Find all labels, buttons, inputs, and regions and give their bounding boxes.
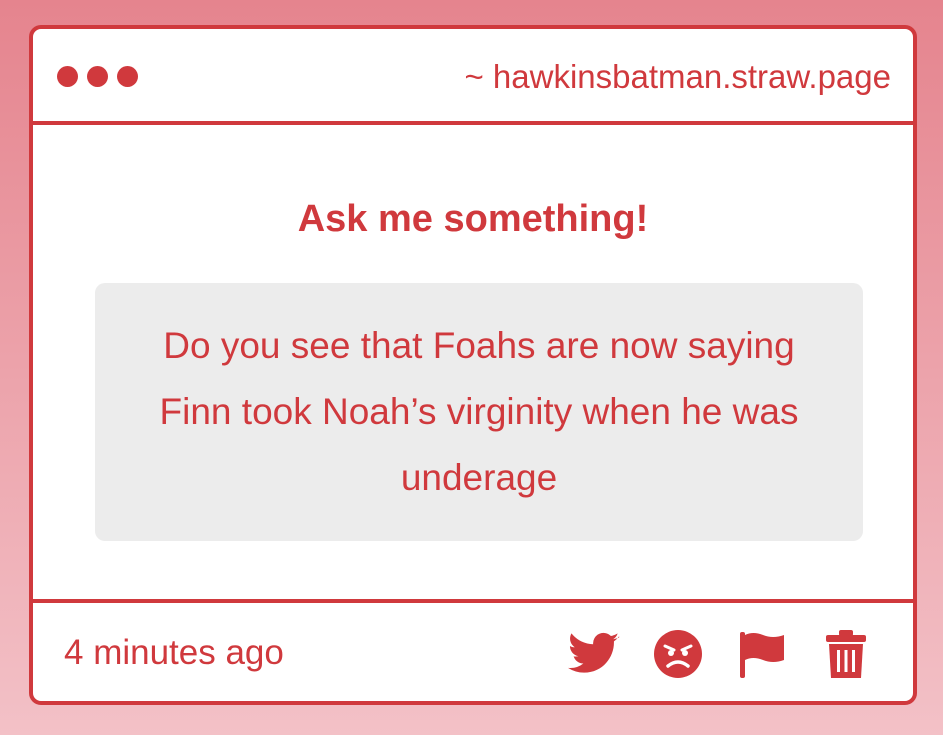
question-text: Do you see that Foahs are now saying Fin… <box>159 325 799 498</box>
card-footer: 4 minutes ago <box>33 599 913 701</box>
trash-icon[interactable] <box>819 627 873 681</box>
window-dots <box>57 66 138 87</box>
action-bar <box>567 627 873 681</box>
ask-card: ~ hawkinsbatman.straw.page Ask me someth… <box>29 25 917 705</box>
window-titlebar: ~ hawkinsbatman.straw.page <box>33 29 913 125</box>
page-url[interactable]: ~ hawkinsbatman.straw.page <box>464 57 891 97</box>
flag-icon[interactable] <box>735 627 789 681</box>
window-dot <box>117 66 138 87</box>
page-title: Ask me something! <box>297 198 649 240</box>
main-content: Ask me something! Do you see that Foahs … <box>33 125 913 607</box>
window-dot <box>87 66 108 87</box>
twitter-icon[interactable] <box>567 627 621 681</box>
timestamp: 4 minutes ago <box>64 633 284 672</box>
question-box: Do you see that Foahs are now saying Fin… <box>95 283 863 541</box>
window-dot <box>57 66 78 87</box>
angry-face-icon[interactable] <box>651 627 705 681</box>
